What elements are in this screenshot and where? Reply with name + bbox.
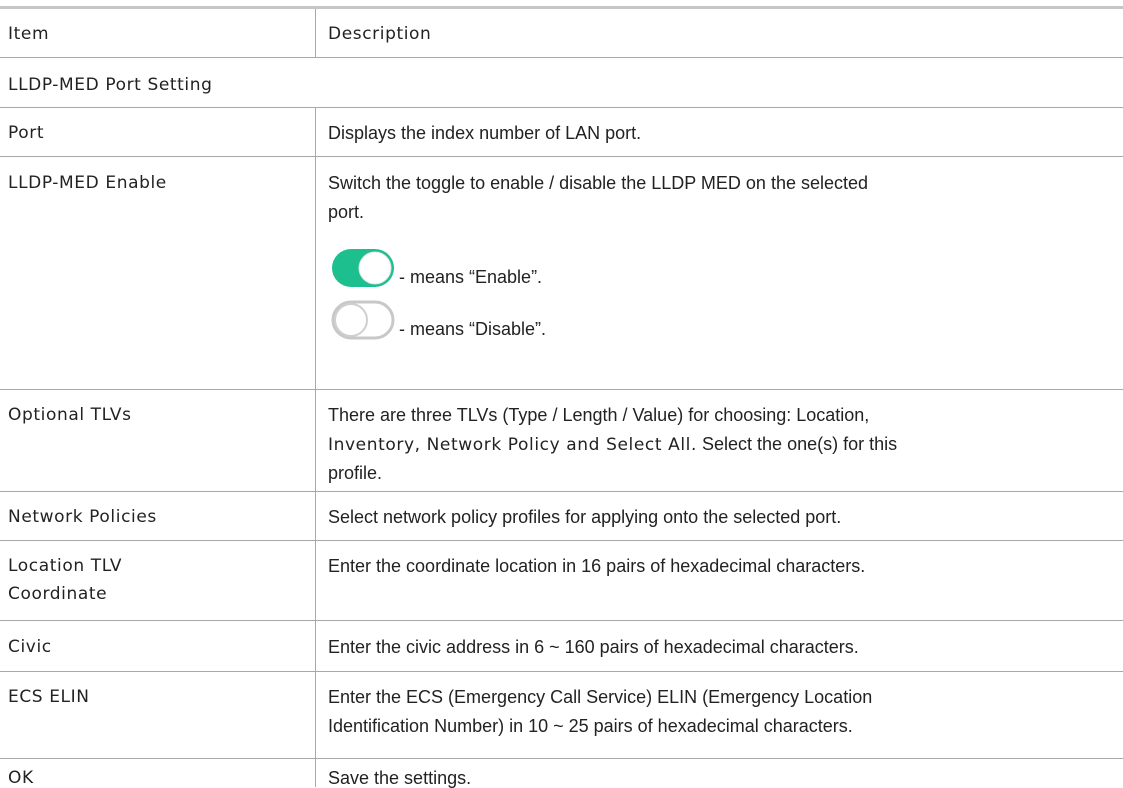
item-civic: Civic [8,637,52,657]
row-divider [0,620,1123,621]
description-ecs-elin-line1: Enter the ECS (Emergency Call Service) E… [328,687,873,707]
row-divider [0,156,1123,157]
row-divider [0,107,1123,108]
item-network-policies: Network Policies [8,507,157,527]
toggle-on-text: - means “Enable”. [399,267,543,287]
header-item: Item [8,24,50,44]
toggle-on-icon [328,246,398,290]
description-optional-tlvs-line2: Inventory, Network Policy and Select All… [316,431,1123,458]
item-location-tlv-line2: Coordinate [8,584,108,604]
description-optional-tlvs-line1: There are three TLVs (Type / Length / Va… [328,405,870,425]
row-divider [0,540,1123,541]
description-civic: Enter the civic address in 6 ~ 160 pairs… [328,637,859,657]
item-ok: OK [8,768,34,788]
description-network-policies: Select network policy profiles for apply… [328,507,842,527]
description-table: Item Description LLDP-MED Port Setting P… [0,0,1123,788]
row-divider [0,758,1123,759]
description-ecs-elin-line2: Identification Number) in 10 ~ 25 pairs … [328,716,853,736]
description-port: Displays the index number of LAN port. [328,123,642,143]
description-location-tlv: Enter the coordinate location in 16 pair… [328,556,866,576]
description-optional-tlvs-line3: profile. [328,463,383,483]
section-title: LLDP-MED Port Setting [8,75,213,95]
row-divider [0,491,1123,492]
item-location-tlv-line1: Location TLV [8,556,123,576]
toggle-off-text: - means “Disable”. [399,319,547,339]
table-top-rule [0,6,1123,9]
description-ok: Save the settings. [328,768,472,788]
item-port: Port [8,123,45,143]
row-divider [0,389,1123,390]
row-divider [0,671,1123,672]
header-description: Description [328,24,432,44]
description-lldp-med-enable-line1: Switch the toggle to enable / disable th… [328,173,869,193]
toggle-off-example: - means “Disable”. [328,298,546,342]
description-optional-tlvs-line2a: Inventory, Network Policy and Select All… [328,435,698,455]
item-lldp-med-enable: LLDP-MED Enable [8,173,167,193]
toggle-on-example: - means “Enable”. [328,246,542,290]
item-ecs-elin: ECS ELIN [8,687,90,707]
description-optional-tlvs-line2b: Select the one(s) for this [697,434,898,454]
item-optional-tlvs: Optional TLVs [8,405,132,425]
description-lldp-med-enable-line2: port. [328,202,365,222]
toggle-off-icon [328,298,398,342]
